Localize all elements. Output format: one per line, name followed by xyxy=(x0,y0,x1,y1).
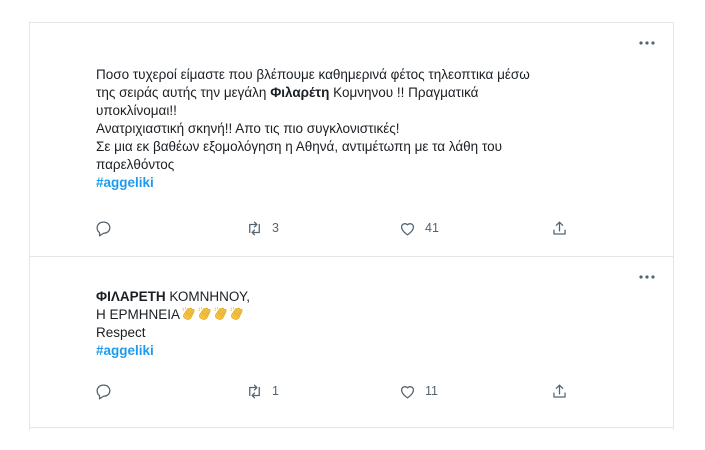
emoji-group xyxy=(180,306,244,322)
retweet-button[interactable]: 3 xyxy=(245,217,279,239)
tweet-line: Σε μια εκ βαθέων εξομολόγηση η Αθηνά, αν… xyxy=(96,138,656,156)
text-segment: Ανατριχιαστική σκηνή!! Απο τις πιο συγκλ… xyxy=(96,121,400,136)
like-count: 41 xyxy=(425,221,439,235)
tweet-line: Respect xyxy=(96,324,656,342)
tweet-2[interactable]: ΦΙΛΑΡΕΤΗ ΚΟΜΝΗΝΟΥ, Η ΕΡΜΗΝΕΙΑ Respect #a… xyxy=(30,257,673,427)
reply-button[interactable] xyxy=(94,217,113,239)
tweet-line: #aggeliki xyxy=(96,174,656,192)
reply-button[interactable] xyxy=(94,380,113,402)
tweet-line: παρελθόντος xyxy=(96,156,656,174)
text-segment: Respect xyxy=(96,325,146,340)
retweet-count: 3 xyxy=(272,221,279,235)
share-icon xyxy=(553,384,566,398)
reply-icon xyxy=(96,221,111,236)
tweet-text: Ποσο τυχεροί είμαστε που βλέπουμε καθημε… xyxy=(96,66,656,192)
bold-name: ΦΙΛΑΡΕΤΗ xyxy=(96,289,166,304)
heart-icon xyxy=(400,222,415,235)
text-segment: Ποσο τυχεροί είμαστε που βλέπουμε καθημε… xyxy=(96,67,530,82)
action-bar: 1 11 xyxy=(94,380,594,402)
more-icon xyxy=(639,41,655,45)
bold-name: Φιλαρέτη xyxy=(270,85,330,100)
like-button[interactable]: 41 xyxy=(398,217,439,239)
text-segment: Κομνηνου !! Πραγματικά xyxy=(329,85,479,100)
text-segment: Σε μια εκ βαθέων εξομολόγηση η Αθηνά, αν… xyxy=(96,139,502,154)
tweet-line: Ανατριχιαστική σκηνή!! Απο τις πιο συγκλ… xyxy=(96,120,656,138)
tweet-text: ΦΙΛΑΡΕΤΗ ΚΟΜΝΗΝΟΥ, Η ΕΡΜΗΝΕΙΑ Respect #a… xyxy=(96,288,656,360)
clapping-hands-icon xyxy=(182,306,195,320)
clapping-hands-icon xyxy=(198,306,211,320)
share-button[interactable] xyxy=(550,217,569,239)
tweet-line: #aggeliki xyxy=(96,342,656,360)
more-options-button[interactable] xyxy=(637,33,657,53)
tweet-1[interactable]: Ποσο τυχεροί είμαστε που βλέπουμε καθημε… xyxy=(30,23,673,256)
like-button[interactable]: 11 xyxy=(398,380,438,402)
tweet-line: ΦΙΛΑΡΕΤΗ ΚΟΜΝΗΝΟΥ, xyxy=(96,288,656,306)
text-segment: της σειράς αυτής την μεγάλη xyxy=(96,85,271,100)
clapping-hands-icon xyxy=(230,306,243,320)
tweet-line: της σειράς αυτής την μεγάλη Φιλαρέτη Κομ… xyxy=(96,84,656,102)
heart-icon xyxy=(400,385,415,398)
hashtag-link[interactable]: #aggeliki xyxy=(96,175,154,190)
retweet-icon xyxy=(249,384,260,398)
share-button[interactable] xyxy=(550,380,569,402)
more-options-button[interactable] xyxy=(637,267,657,287)
tweet-line: Ποσο τυχεροί είμαστε που βλέπουμε καθημε… xyxy=(96,66,656,84)
retweet-count: 1 xyxy=(272,384,279,398)
like-count: 11 xyxy=(425,384,438,398)
tweet-line: υποκλίνομαι!! xyxy=(96,102,656,120)
divider-bottom xyxy=(30,427,673,428)
more-icon xyxy=(639,275,655,279)
text-segment: παρελθόντος xyxy=(96,157,175,172)
text-segment: ΚΟΜΝΗΝΟΥ, xyxy=(165,289,251,304)
hashtag-link[interactable]: #aggeliki xyxy=(96,343,154,358)
retweet-button[interactable]: 1 xyxy=(245,380,279,402)
retweet-icon xyxy=(249,221,260,235)
action-bar: 3 41 xyxy=(94,217,594,239)
text-segment: υποκλίνομαι!! xyxy=(96,103,177,118)
reply-icon xyxy=(96,384,111,399)
share-icon xyxy=(553,221,566,235)
text-segment: Η ΕΡΜΗΝΕΙΑ xyxy=(96,307,181,322)
tweet-line: Η ΕΡΜΗΝΕΙΑ xyxy=(96,306,656,324)
timeline-right-border xyxy=(673,22,674,430)
clapping-hands-icon xyxy=(214,306,227,320)
